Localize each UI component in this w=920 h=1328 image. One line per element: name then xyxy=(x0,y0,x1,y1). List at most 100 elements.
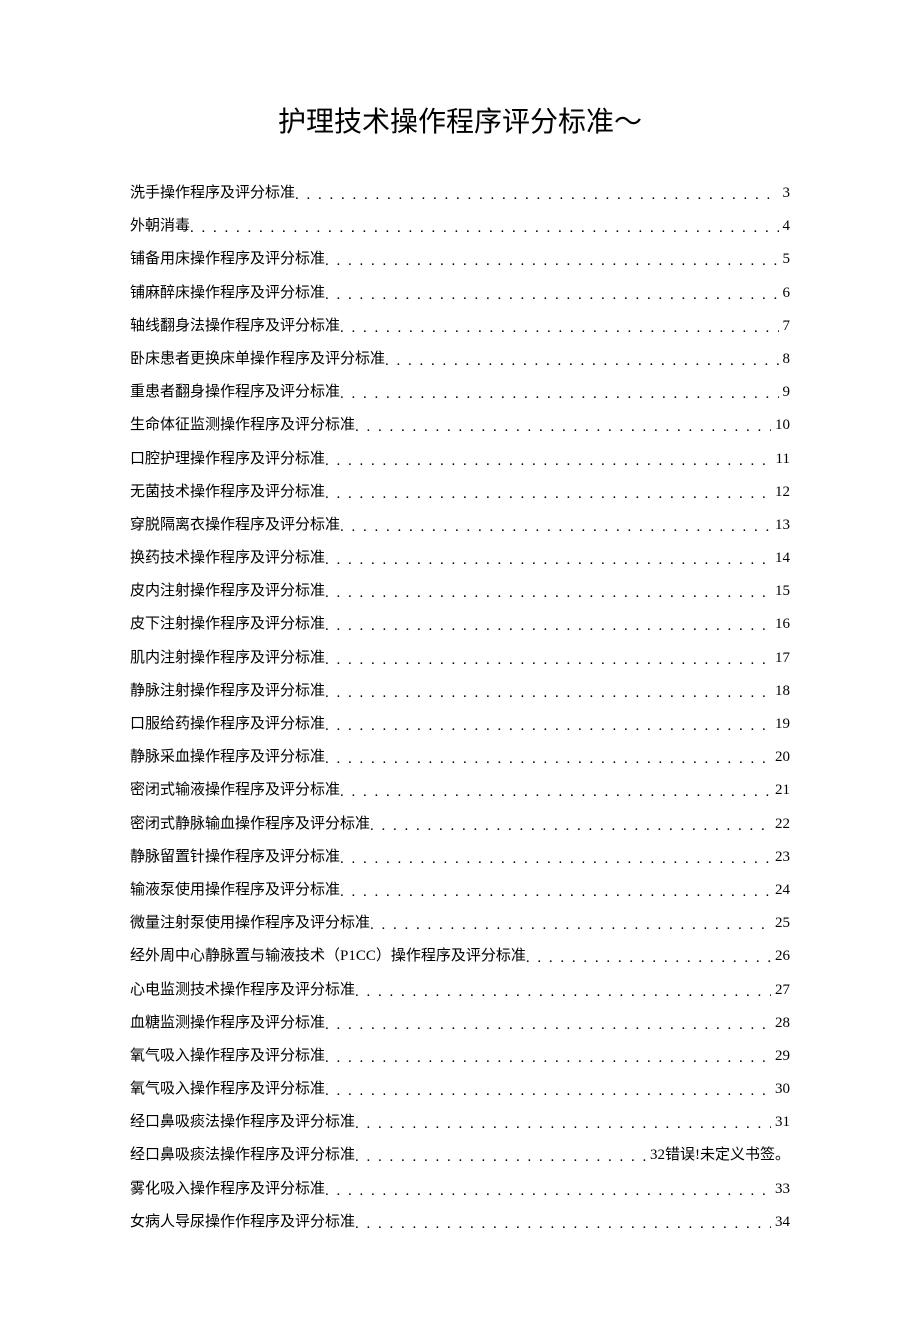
toc-entry-page: 3 xyxy=(779,186,791,201)
toc-entry-label: 女病人导尿操作作程序及评分标准 xyxy=(130,1215,355,1230)
toc-entry-label: 无菌技术操作程序及评分标准 xyxy=(130,485,325,500)
toc-leader-dots xyxy=(325,586,771,601)
toc-entry-label: 氧气吸入操作程序及评分标准 xyxy=(130,1082,325,1097)
toc-leader-dots xyxy=(340,885,771,900)
toc-entry[interactable]: 静脉留置针操作程序及评分标准23 xyxy=(130,850,790,865)
toc-leader-dots xyxy=(325,1184,771,1199)
toc-entry-label: 心电监测技术操作程序及评分标准 xyxy=(130,983,355,998)
toc-entry-page: 10 xyxy=(771,418,790,433)
table-of-contents: 洗手操作程序及评分标准 3 外朝消毒 4 铺备用床操作程序及评分标准5 铺麻醉床操作程序及… xyxy=(130,186,790,1230)
toc-entry-page: 26 xyxy=(771,949,790,964)
toc-entry[interactable]: 氧气吸入操作程序及评分标准30 xyxy=(130,1082,790,1097)
toc-leader-dots xyxy=(325,487,771,502)
toc-entry[interactable]: 经口鼻吸痰法操作程序及评分标准32 错误!未定义书签。 xyxy=(130,1148,790,1163)
toc-entry-label: 重患者翻身操作程序及评分标准 xyxy=(130,385,340,400)
toc-entry-label: 口腔护理操作程序及评分标准 xyxy=(130,452,325,467)
toc-entry[interactable]: 密闭式静脉输血操作程序及评分标准 22 xyxy=(130,817,790,832)
toc-entry-page: 4 xyxy=(779,219,791,234)
toc-entry-page: 29 xyxy=(771,1049,790,1064)
toc-entry-page: 11 xyxy=(772,452,790,467)
toc-leader-dots xyxy=(325,619,771,634)
toc-entry-page: 8 xyxy=(779,352,791,367)
toc-entry[interactable]: 密闭式输液操作程序及评分标准 21 xyxy=(130,783,790,798)
toc-entry[interactable]: 轴线翻身法操作程序及评分标准 7 xyxy=(130,319,790,334)
toc-entry[interactable]: 血糖监测操作程序及评分标准28 xyxy=(130,1016,790,1031)
toc-entry[interactable]: 经外周中心静脉置与输液技术（P1CC）操作程序及评分标准26 xyxy=(130,949,790,964)
toc-entry[interactable]: 经口鼻吸痰法操作程序及评分标准31 xyxy=(130,1115,790,1130)
toc-entry-label: 换药技术操作程序及评分标准 xyxy=(130,551,325,566)
toc-entry-page: 25 xyxy=(771,916,790,931)
toc-leader-dots xyxy=(325,553,771,568)
toc-entry-page: 13 xyxy=(771,518,790,533)
toc-entry[interactable]: 换药技术操作程序及评分标准 14 xyxy=(130,551,790,566)
toc-entry[interactable]: 铺麻醉床操作程序及评分标准6 xyxy=(130,286,790,301)
toc-entry-label: 外朝消毒 xyxy=(130,219,190,234)
toc-entry[interactable]: 口腔护理操作程序及评分标准 11 xyxy=(130,452,790,467)
toc-entry-label: 穿脱隔离衣操作程序及评分标准 xyxy=(130,518,340,533)
toc-entry[interactable]: 女病人导尿操作作程序及评分标准34 xyxy=(130,1215,790,1230)
toc-entry[interactable]: 口服给药操作程序及评分标准 19 xyxy=(130,717,790,732)
toc-entry[interactable]: 雾化吸入操作程序及评分标准 33 xyxy=(130,1182,790,1197)
toc-leader-dots xyxy=(340,785,771,800)
toc-entry[interactable]: 无菌技术操作程序及评分标准12 xyxy=(130,485,790,500)
toc-entry-page: 24 xyxy=(771,883,790,898)
toc-entry[interactable]: 皮内注射操作程序及评分标准15 xyxy=(130,584,790,599)
toc-entry[interactable]: 穿脱隔离衣操作程序及评分标准 13 xyxy=(130,518,790,533)
toc-entry-label: 输液泵使用操作程序及评分标准 xyxy=(130,883,340,898)
toc-entry-page: 23 xyxy=(771,850,790,865)
toc-leader-dots xyxy=(325,719,771,734)
toc-entry-label: 皮下注射操作程序及评分标准 xyxy=(130,617,325,632)
toc-entry-page: 19 xyxy=(771,717,790,732)
toc-entry[interactable]: 输液泵使用操作程序及评分标准 24 xyxy=(130,883,790,898)
toc-entry-page: 22 xyxy=(771,817,790,832)
toc-entry-label: 经口鼻吸痰法操作程序及评分标准 xyxy=(130,1148,355,1163)
toc-entry-label: 皮内注射操作程序及评分标准 xyxy=(130,584,325,599)
toc-entry[interactable]: 铺备用床操作程序及评分标准5 xyxy=(130,252,790,267)
toc-entry[interactable]: 生命体征监测操作程序及评分标准 10 xyxy=(130,418,790,433)
toc-entry[interactable]: 外朝消毒 4 xyxy=(130,219,790,234)
toc-entry[interactable]: 皮下注射操作程序及评分标准 16 xyxy=(130,617,790,632)
toc-entry-page: 14 xyxy=(771,551,790,566)
toc-leader-dots xyxy=(370,918,771,933)
toc-entry-label: 雾化吸入操作程序及评分标准 xyxy=(130,1182,325,1197)
toc-leader-dots xyxy=(355,1217,771,1232)
toc-leader-dots xyxy=(355,1150,646,1165)
toc-entry-label: 密闭式输液操作程序及评分标准 xyxy=(130,783,340,798)
toc-entry-label: 轴线翻身法操作程序及评分标准 xyxy=(130,319,340,334)
toc-leader-dots xyxy=(340,387,778,402)
toc-entry-page: 20 xyxy=(771,750,790,765)
toc-leader-dots xyxy=(340,321,778,336)
toc-entry-label: 肌内注射操作程序及评分标准 xyxy=(130,651,325,666)
toc-entry-page: 33 xyxy=(771,1182,790,1197)
toc-entry[interactable]: 静脉注射操作程序及评分标准18 xyxy=(130,684,790,699)
toc-leader-dots xyxy=(325,254,778,269)
toc-entry[interactable]: 卧床患者更换床单操作程序及评分标准8 xyxy=(130,352,790,367)
toc-leader-dots xyxy=(325,752,771,767)
toc-entry[interactable]: 重患者翻身操作程序及评分标准 9 xyxy=(130,385,790,400)
toc-leader-dots xyxy=(355,1117,771,1132)
toc-entry-page: 5 xyxy=(779,252,791,267)
toc-entry-page: 7 xyxy=(779,319,791,334)
toc-leader-dots xyxy=(355,985,771,1000)
toc-entry[interactable]: 肌内注射操作程序及评分标准17 xyxy=(130,651,790,666)
toc-entry-page: 16 xyxy=(771,617,790,632)
toc-entry[interactable]: 静脉采血操作程序及评分标准20 xyxy=(130,750,790,765)
toc-entry[interactable]: 洗手操作程序及评分标准 3 xyxy=(130,186,790,201)
toc-leader-dots xyxy=(325,454,772,469)
toc-entry[interactable]: 心电监测技术操作程序及评分标准27 xyxy=(130,983,790,998)
toc-entry-label: 洗手操作程序及评分标准 xyxy=(130,186,295,201)
toc-entry-label: 生命体征监测操作程序及评分标准 xyxy=(130,418,355,433)
toc-entry-page: 28 xyxy=(771,1016,790,1031)
toc-leader-dots xyxy=(385,354,778,369)
toc-entry-page: 21 xyxy=(771,783,790,798)
toc-entry-page: 32 xyxy=(646,1148,665,1163)
toc-entry-page: 9 xyxy=(779,385,791,400)
toc-entry[interactable]: 氧气吸入操作程序及评分标准29 xyxy=(130,1049,790,1064)
toc-leader-dots xyxy=(340,520,771,535)
toc-leader-dots xyxy=(325,1018,771,1033)
toc-entry-label: 密闭式静脉输血操作程序及评分标准 xyxy=(130,817,370,832)
toc-entry[interactable]: 微量注射泵使用操作程序及评分标准25 xyxy=(130,916,790,931)
toc-entry-label: 口服给药操作程序及评分标准 xyxy=(130,717,325,732)
document-title: 护理技术操作程序评分标准～ xyxy=(130,100,790,140)
toc-leader-dots xyxy=(370,819,771,834)
